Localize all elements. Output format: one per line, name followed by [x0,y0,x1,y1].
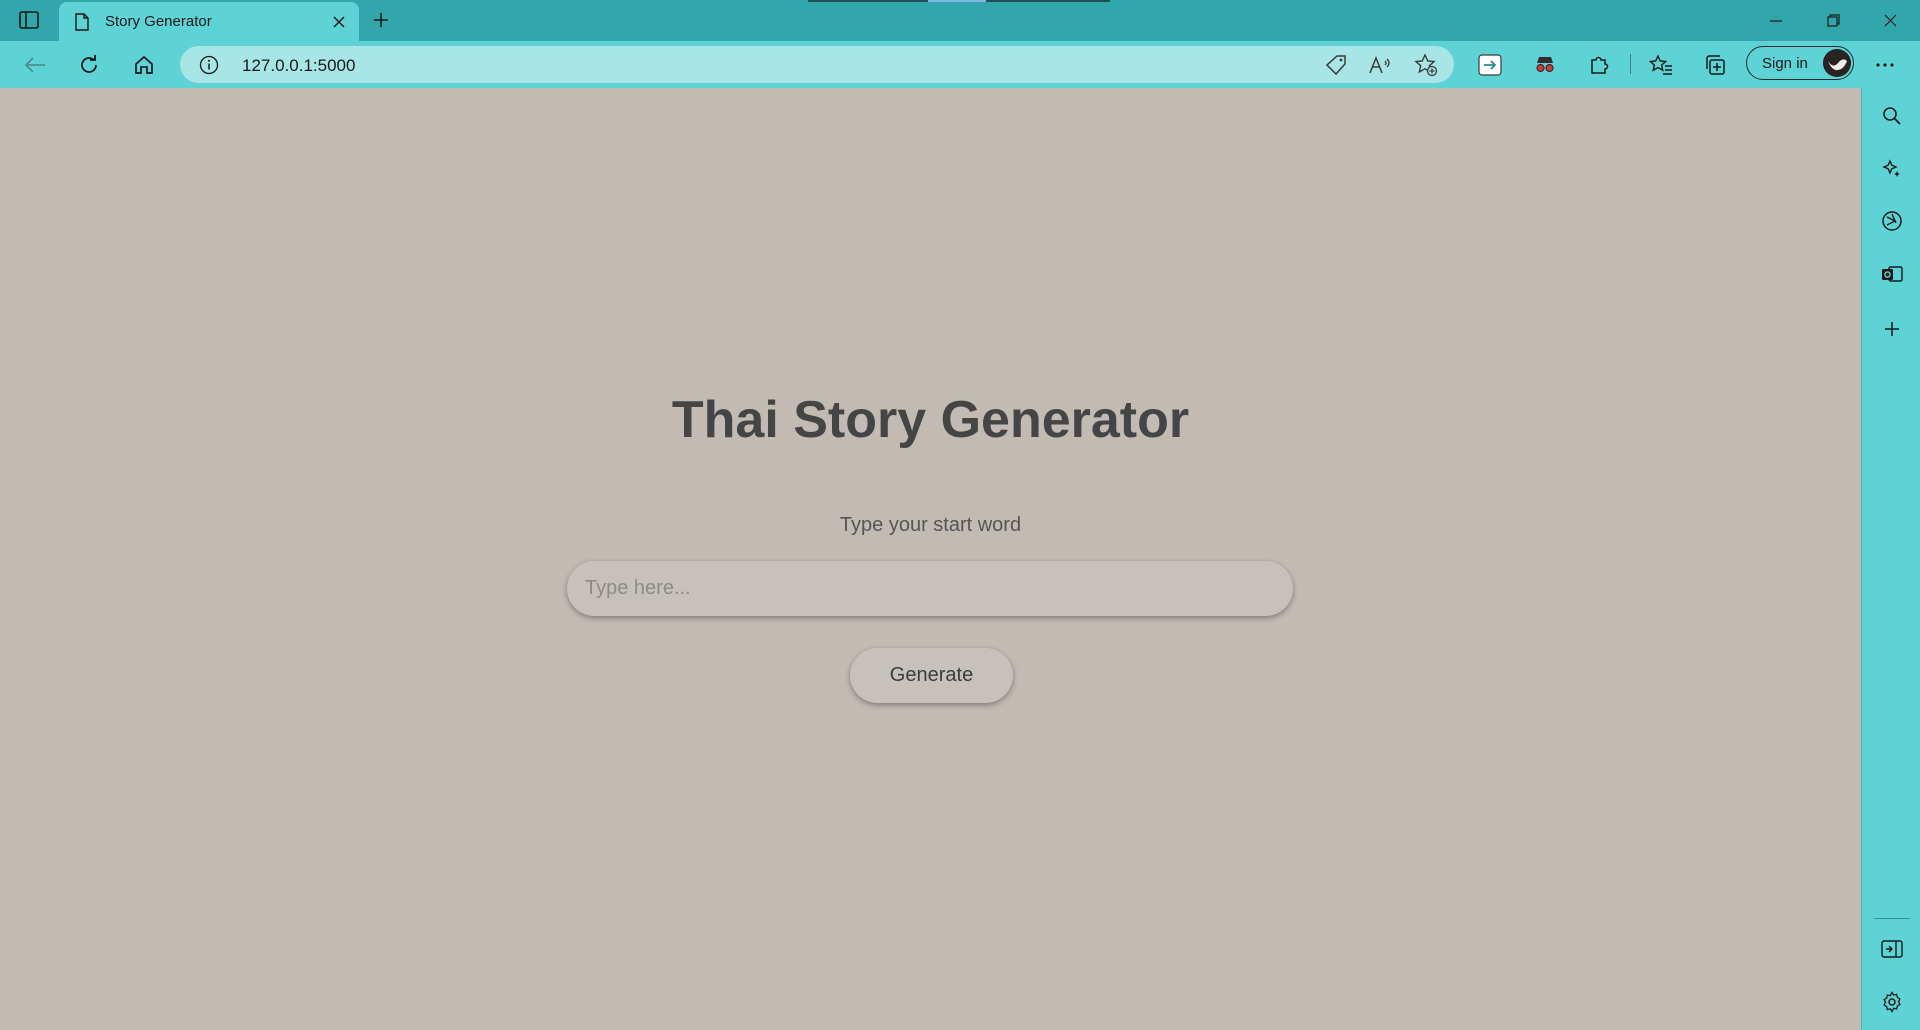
search-icon[interactable] [1877,101,1907,131]
browser-sidebar [1861,88,1920,1030]
page-title: Thai Story Generator [671,391,1190,449]
spy-extension-icon[interactable] [1528,49,1562,81]
more-options-icon[interactable] [1868,49,1902,81]
refresh-icon[interactable] [72,49,106,81]
restore-icon[interactable] [1805,0,1861,41]
avatar [1823,49,1851,77]
start-word-prompt: Type your start word [839,514,1022,536]
games-icon[interactable] [1877,206,1907,236]
extensions-puzzle-icon[interactable] [1583,49,1617,81]
tab-actions-icon[interactable] [16,8,42,32]
favorites-icon[interactable] [1644,49,1678,81]
close-tab-icon[interactable] [325,8,353,36]
tab-title: Story Generator [105,13,212,30]
close-window-icon[interactable] [1862,0,1918,41]
start-word-field [567,561,1293,616]
url-text: 127.0.0.1:5000 [242,56,356,75]
outlook-icon[interactable] [1877,259,1907,289]
shopping-tag-icon[interactable] [1322,52,1350,78]
browser-title-bar: Story Generator [0,0,1920,41]
start-word-input[interactable] [567,561,1293,616]
browser-toolbar: 127.0.0.1:5000 Sign in [0,41,1920,88]
settings-gear-icon[interactable] [1877,987,1907,1017]
minimize-icon[interactable] [1748,0,1804,41]
back-arrow-icon[interactable] [18,49,52,81]
sign-in-button[interactable]: Sign in [1746,46,1854,80]
loading-indicator [808,0,1110,2]
collections-icon[interactable] [1698,49,1732,81]
hide-sidebar-icon[interactable] [1877,934,1907,964]
copilot-sparkle-icon[interactable] [1877,154,1907,184]
home-icon[interactable] [127,49,161,81]
sync-extension-icon[interactable] [1473,49,1507,81]
toolbar-separator [1630,54,1631,74]
generate-button[interactable]: Generate [850,648,1013,703]
page-viewport [0,88,1861,1030]
add-favorite-icon[interactable] [1412,52,1440,78]
address-bar[interactable]: 127.0.0.1:5000 [180,46,1454,83]
tab-story-generator[interactable]: Story Generator [59,2,359,41]
sidebar-divider [1874,918,1910,919]
sign-in-label: Sign in [1762,54,1808,72]
add-sidebar-app-icon[interactable] [1877,314,1907,344]
site-info-icon[interactable] [198,54,220,76]
new-tab-icon[interactable] [366,6,396,34]
read-aloud-icon[interactable] [1366,52,1394,78]
page-icon [73,12,91,32]
